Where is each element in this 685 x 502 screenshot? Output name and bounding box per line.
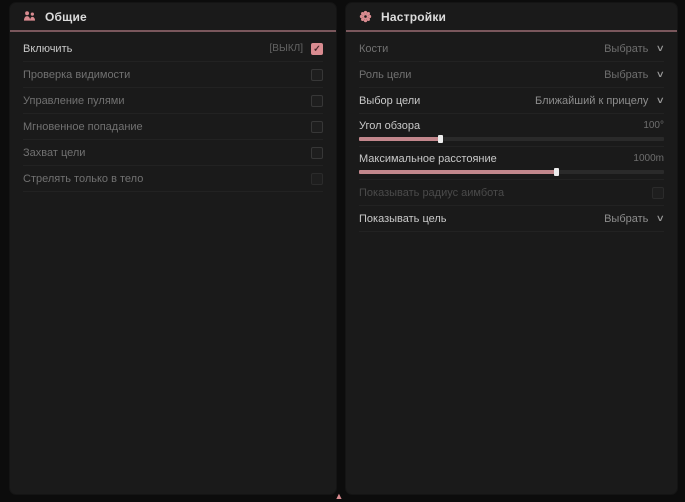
row-bullet-control[interactable]: Управление пулями (23, 88, 323, 114)
row-target-selection: Выбор цели Ближайший к прицелу ∨ (359, 88, 664, 114)
target-role-dropdown[interactable]: Выбрать ∨ (604, 69, 664, 81)
max-distance-value: 1000m (633, 153, 664, 164)
gear-icon (359, 10, 372, 23)
row-bullet-control-label: Управление пулями (23, 95, 125, 107)
target-role-dropdown-value: Выбрать (604, 69, 648, 81)
row-target-selection-label: Выбор цели (359, 95, 420, 107)
row-bullet-control-checkbox[interactable] (311, 95, 323, 107)
panel-settings-title: Настройки (381, 10, 446, 24)
row-target-lock-checkbox[interactable] (311, 147, 323, 159)
max-distance-slider[interactable] (359, 170, 664, 174)
row-enable-label: Включить (23, 43, 72, 55)
show-target-dropdown-value: Выбрать (604, 213, 648, 225)
row-show-target-label: Показывать цель (359, 213, 447, 225)
panel-settings: Настройки Кости Выбрать ∨ Роль цели Выбр… (346, 3, 677, 494)
chevron-down-icon: ∨ (656, 69, 665, 80)
row-max-distance: Максимальное расстояние 1000m (359, 147, 664, 180)
row-enable-keybind: [ВЫКЛ] (270, 43, 303, 54)
row-visibility-check-checkbox[interactable] (311, 69, 323, 81)
row-target-lock[interactable]: Захват цели (23, 140, 323, 166)
fov-label: Угол обзора (359, 120, 420, 132)
row-instant-hit-checkbox[interactable] (311, 121, 323, 133)
max-distance-slider-fill (359, 170, 557, 174)
row-bones: Кости Выбрать ∨ (359, 36, 664, 62)
show-aimbot-radius-checkbox[interactable] (652, 187, 664, 199)
row-visibility-check-label: Проверка видимости (23, 69, 130, 81)
panel-settings-header: Настройки (346, 3, 677, 32)
row-target-role-label: Роль цели (359, 69, 411, 81)
panel-general-title: Общие (45, 10, 87, 24)
target-selection-dropdown-value: Ближайший к прицелу (535, 95, 648, 107)
row-enable-checkbox[interactable]: ✓ (311, 43, 323, 55)
users-icon (23, 10, 36, 23)
fov-slider-fill (359, 137, 441, 141)
chevron-down-icon: ∨ (656, 95, 665, 106)
max-distance-slider-handle[interactable] (554, 168, 559, 176)
bones-dropdown[interactable]: Выбрать ∨ (604, 43, 664, 55)
row-show-aimbot-radius-label: Показывать радиус аимбота (359, 187, 504, 199)
row-instant-hit-label: Мгновенное попадание (23, 121, 143, 133)
row-instant-hit[interactable]: Мгновенное попадание (23, 114, 323, 140)
panel-general: Общие Включить [ВЫКЛ] ✓ Проверка видимос… (10, 3, 336, 494)
fov-slider-handle[interactable] (438, 135, 443, 143)
row-body-only-label: Стрелять только в тело (23, 173, 143, 185)
target-selection-dropdown[interactable]: Ближайший к прицелу ∨ (535, 95, 664, 107)
row-target-role: Роль цели Выбрать ∨ (359, 62, 664, 88)
collapse-menu-arrow[interactable]: ▲ (331, 492, 347, 500)
fov-slider[interactable] (359, 137, 664, 141)
row-show-target: Показывать цель Выбрать ∨ (359, 206, 664, 232)
max-distance-label: Максимальное расстояние (359, 153, 497, 165)
panel-general-header: Общие (10, 3, 336, 32)
panel-settings-body: Кости Выбрать ∨ Роль цели Выбрать ∨ Выбо… (346, 32, 677, 232)
fov-value: 100° (643, 120, 664, 131)
show-target-dropdown[interactable]: Выбрать ∨ (604, 213, 664, 225)
bones-dropdown-value: Выбрать (604, 43, 648, 55)
row-show-aimbot-radius: Показывать радиус аимбота (359, 180, 664, 206)
row-body-only-checkbox[interactable] (311, 173, 323, 185)
chevron-down-icon: ∨ (656, 43, 665, 54)
row-fov: Угол обзора 100° (359, 114, 664, 147)
row-visibility-check[interactable]: Проверка видимости (23, 62, 323, 88)
row-target-lock-label: Захват цели (23, 147, 85, 159)
row-bones-label: Кости (359, 43, 388, 55)
row-body-only[interactable]: Стрелять только в тело (23, 166, 323, 192)
chevron-down-icon: ∨ (656, 213, 665, 224)
panel-general-body: Включить [ВЫКЛ] ✓ Проверка видимости Упр… (10, 32, 336, 192)
row-enable[interactable]: Включить [ВЫКЛ] ✓ (23, 36, 323, 62)
